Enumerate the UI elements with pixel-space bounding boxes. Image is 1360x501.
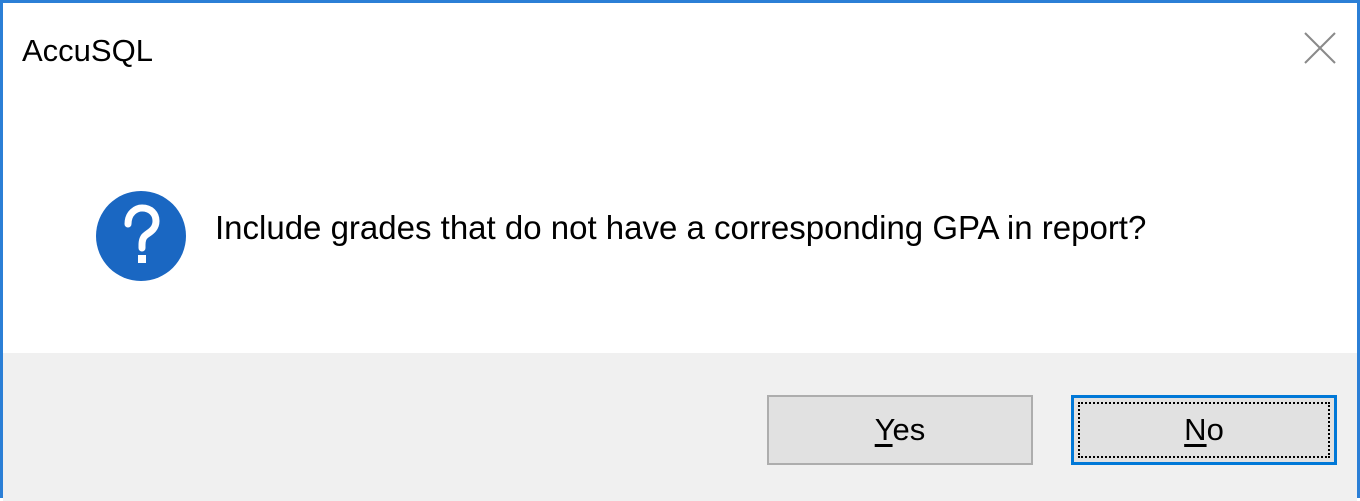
yes-button[interactable]: Yes [767,395,1033,465]
title-bar[interactable]: AccuSQL [3,3,1357,87]
message-text: Include grades that do not have a corres… [215,209,1147,246]
yes-button-label: Yes [875,412,926,448]
dialog-body: Include grades that do not have a corres… [3,87,1357,353]
question-icon [94,189,188,283]
close-icon [1304,32,1336,64]
close-button[interactable] [1297,25,1343,71]
message-dialog: AccuSQL Include grades that do not have … [0,0,1360,501]
focus-ring [1078,402,1330,458]
yes-label-rest: es [892,412,926,447]
button-bar: Yes No [3,353,1357,501]
no-button[interactable]: No [1071,395,1337,465]
window-title: AccuSQL [22,33,153,68]
yes-mnemonic: Y [874,412,893,447]
